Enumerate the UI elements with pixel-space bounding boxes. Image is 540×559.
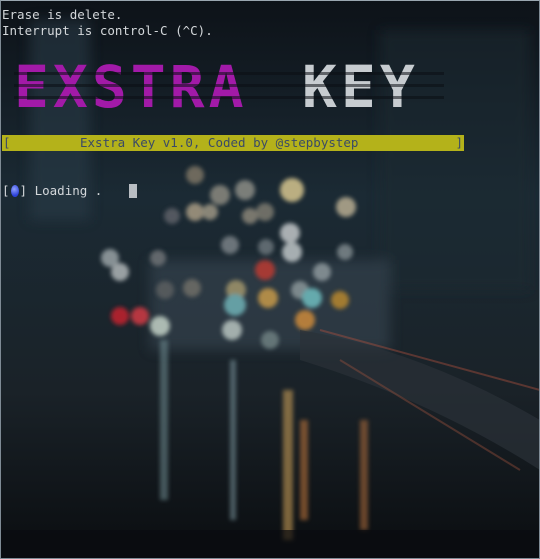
banner-left-bracket: [ — [3, 135, 11, 150]
app-logo: EXSTRA KEY — [14, 62, 444, 112]
loading-status: [] Loading . — [2, 183, 102, 199]
terminal-output: Erase is delete. Interrupt is control-C … — [2, 7, 540, 39]
version-banner: [ Exstra Key v1.0, Coded by @stepbystep … — [2, 135, 464, 151]
blue-circle-icon — [10, 185, 19, 197]
terminal-line-erase: Erase is delete. — [2, 7, 123, 22]
terminal-cursor[interactable] — [129, 184, 137, 198]
loading-text: Loading . — [34, 183, 103, 198]
loading-open-bracket: [ — [2, 183, 10, 198]
banner-right-bracket: ] — [455, 135, 463, 150]
loading-close-bracket: ] — [19, 183, 28, 198]
terminal-line-interrupt: Interrupt is control-C (^C). — [2, 23, 213, 38]
banner-text: Exstra Key v1.0, Coded by @stepbystep — [80, 135, 359, 150]
